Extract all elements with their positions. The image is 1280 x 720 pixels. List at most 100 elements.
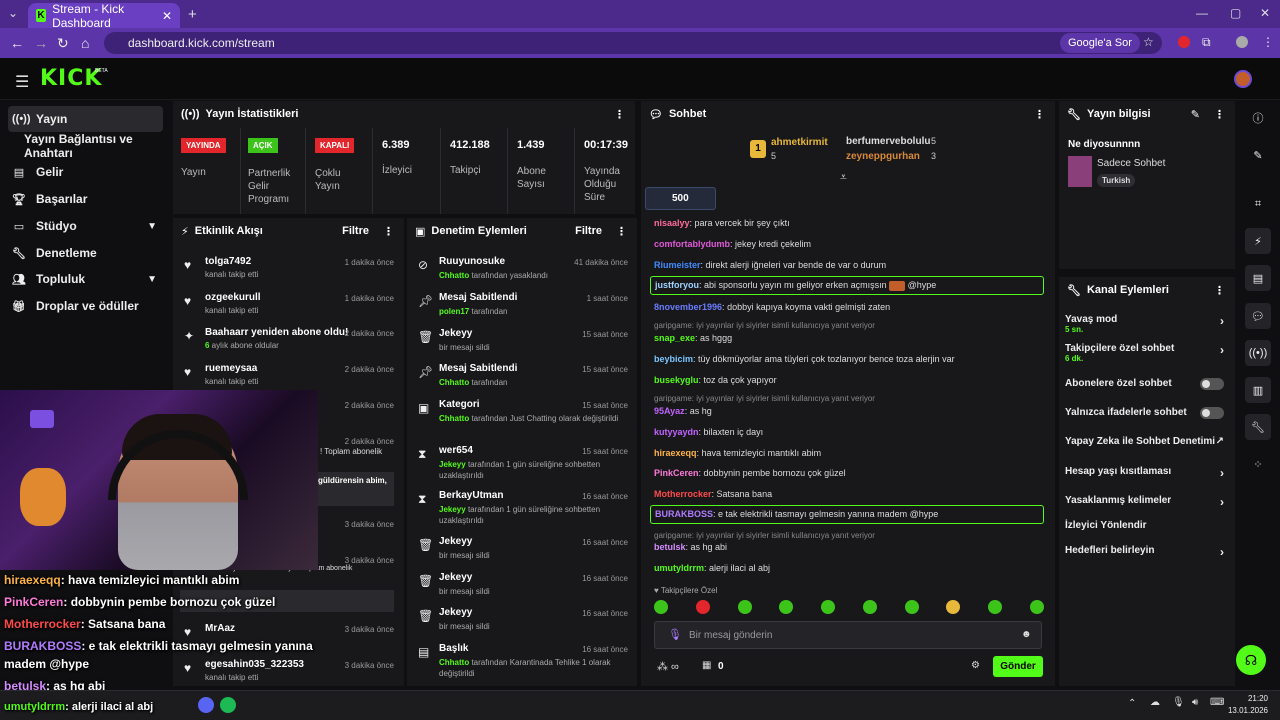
moderation-filter-button[interactable]: Filtre	[575, 225, 602, 237]
emoji-icon[interactable]: ☻	[1021, 629, 1032, 640]
more-icon[interactable]: ⋮	[1034, 108, 1045, 121]
category-name[interactable]: Sadece Sohbet	[1097, 158, 1165, 169]
sidebar-item-achievements[interactable]: 🏆︎ Başarılar	[8, 186, 163, 212]
user-avatar[interactable]	[1234, 70, 1252, 88]
tag[interactable]: Turkish	[1097, 174, 1136, 187]
more-icon[interactable]: ⋮	[1214, 108, 1225, 121]
maximize-icon[interactable]: ▢	[1230, 6, 1241, 20]
minimize-icon[interactable]: —	[1196, 6, 1208, 20]
new-tab-icon[interactable]: +	[188, 6, 197, 23]
more-icon[interactable]: ⋮	[614, 108, 625, 121]
set-goals[interactable]: Hedefleri belirleyin ›	[1065, 545, 1230, 559]
tab-title: Stream - Kick Dashboard	[52, 1, 125, 30]
top-gifter-name[interactable]: berfumervebolulu	[846, 136, 930, 147]
store-icon[interactable]: ▦	[702, 660, 711, 671]
title-icon: ▤	[418, 645, 430, 659]
discord-icon[interactable]	[198, 697, 214, 713]
chevron-right-icon: ›	[1220, 466, 1224, 480]
sidebar-item-stream[interactable]: ((•)) Yayın	[8, 106, 163, 132]
stream-icon: ((•))	[12, 113, 31, 125]
bookmark-star-icon[interactable]: ☆	[1143, 35, 1154, 49]
stat-multistream: KAPALI Çoklu Yayın	[315, 138, 363, 193]
bolt-icon[interactable]: ⚡︎	[1245, 228, 1271, 254]
more-icon[interactable]: ⁘	[1245, 451, 1271, 477]
wrench-icon[interactable]: 🔧︎	[1245, 414, 1271, 440]
more-icon[interactable]: ⋮	[383, 225, 394, 238]
info-icon[interactable]: ⓘ	[1245, 105, 1271, 131]
mic-icon[interactable]: 🎙︎	[1172, 697, 1185, 708]
tray-chevron-icon[interactable]: ⌃	[1128, 698, 1136, 709]
expand-icon[interactable]: ⩡	[840, 170, 847, 185]
top-gifter-name[interactable]: ahmetkirmit	[771, 137, 828, 148]
community-icon: 👥︎	[12, 273, 26, 286]
sidebar-item-drops[interactable]: 🎁︎ Droplar ve ödüller	[8, 293, 163, 319]
toggle-switch[interactable]	[1200, 407, 1224, 419]
layout-icon[interactable]: ▥	[1245, 377, 1271, 403]
help-icon[interactable]: ☊	[1236, 645, 1266, 675]
clock-time[interactable]: 21:20	[1236, 694, 1268, 703]
spotify-icon[interactable]	[220, 697, 236, 713]
broadcast-icon[interactable]: ((•))	[1245, 340, 1271, 366]
toggle-switch[interactable]	[1200, 378, 1224, 390]
extension-icon[interactable]	[1178, 36, 1190, 48]
chevron-down-icon: ▼	[147, 220, 157, 232]
more-icon[interactable]: ⋮	[1214, 284, 1225, 297]
more-icon[interactable]: ⋮	[616, 225, 627, 238]
top-gifter-count: 5	[931, 136, 937, 146]
send-button[interactable]: Gönder	[993, 656, 1043, 677]
home-icon[interactable]: ⌂	[81, 35, 89, 51]
emote-only-chat[interactable]: Yalnızca ifadelerle sohbet	[1065, 407, 1230, 419]
browser-tab[interactable]: K Stream - Kick Dashboard ✕	[28, 1, 180, 30]
google-ask-button[interactable]: Google'a Sor	[1060, 33, 1140, 53]
sidebar-item-community[interactable]: 👥︎ Topluluk ▼	[8, 266, 163, 292]
emote-bar[interactable]	[654, 600, 1044, 614]
ai-moderation[interactable]: Yapay Zeka ile Sohbet Denetimi ↗	[1065, 436, 1230, 447]
wrench-icon: 🔧︎	[1067, 108, 1081, 121]
menu-icon[interactable]: ☰	[15, 72, 29, 92]
sidebar-item-stream-key[interactable]: Yayın Bağlantısı ve Anahtarı	[8, 132, 163, 160]
tab-close-icon[interactable]: ✕	[162, 9, 172, 23]
clock-date[interactable]: 13.01.2026	[1226, 706, 1268, 715]
hourglass-icon: ⧗	[418, 492, 427, 506]
clip-icon[interactable]: ⌗	[1245, 191, 1271, 217]
banned-words[interactable]: Yasaklanmış kelimeler ›	[1065, 495, 1230, 509]
followers-only-chat[interactable]: Takipçilere özel sohbet 6 dk. ›	[1065, 343, 1230, 363]
forward-icon[interactable]: →	[34, 35, 48, 51]
webcam-overlay	[0, 390, 318, 570]
tray-icon[interactable]: ☁︎	[1150, 697, 1160, 708]
reload-icon[interactable]: ↻	[57, 35, 69, 52]
back-icon[interactable]: ←	[10, 35, 24, 51]
account-age[interactable]: Hesap yaşı kısıtlaması ›	[1065, 466, 1230, 480]
external-link-icon: ↗	[1215, 436, 1224, 447]
close-window-icon[interactable]: ✕	[1260, 6, 1270, 20]
sidebar-item-revenue[interactable]: ▤ Gelir	[8, 159, 163, 185]
tab-search-icon[interactable]: ⌄	[8, 6, 18, 20]
settings-gear-icon[interactable]: ⚙	[971, 660, 980, 671]
overlay-chat-line: PinkCeren: dobbynin pembe bornozu çok gü…	[4, 595, 276, 609]
extensions-puzzle-icon[interactable]: ⧉	[1202, 35, 1211, 50]
sidebar-item-moderation[interactable]: 🔧︎ Denetleme	[8, 240, 163, 266]
chat-icon[interactable]: 💬︎	[1245, 303, 1271, 329]
slow-mode[interactable]: Yavaş mod 5 sn. ›	[1065, 314, 1230, 334]
edit-icon[interactable]: ✎	[1191, 108, 1200, 121]
profile-avatar[interactable]	[1236, 36, 1248, 48]
kick-logo[interactable]: KICK	[40, 66, 102, 91]
chat-input[interactable]: Bir mesaj gönderin	[654, 621, 1042, 649]
sidebar-item-studio[interactable]: ▭ Stüdyo ▼	[8, 213, 163, 239]
raid[interactable]: İzleyici Yönlendir	[1065, 520, 1230, 531]
edit-icon[interactable]: ✎	[1245, 142, 1271, 168]
gift-pinned[interactable]: 500	[645, 187, 716, 210]
url-bar[interactable]: dashboard.kick.com/stream	[104, 32, 1162, 54]
points-icon[interactable]: ⁂ ∞	[657, 660, 679, 673]
notes-icon[interactable]: ▤	[1245, 265, 1271, 291]
mic-icon[interactable]: 🎙︎	[668, 628, 682, 641]
wrench-icon: 🔧︎	[12, 247, 26, 260]
top-gifter-name[interactable]: zeyneppgurhan	[846, 151, 920, 162]
speaker-icon[interactable]: 🔊︎	[1192, 697, 1198, 708]
activity-filter-button[interactable]: Filtre	[342, 225, 369, 237]
keyboard-icon[interactable]: ⌨	[1210, 697, 1224, 708]
moderation-title: Denetim Eylemleri	[431, 225, 527, 237]
list-item: ▤ Başlık Chhatto tarafından Karantinada Te…	[418, 643, 628, 679]
browser-menu-icon[interactable]: ⋮	[1262, 35, 1274, 49]
subscribers-only-chat[interactable]: Abonelere özel sohbet	[1065, 378, 1230, 390]
